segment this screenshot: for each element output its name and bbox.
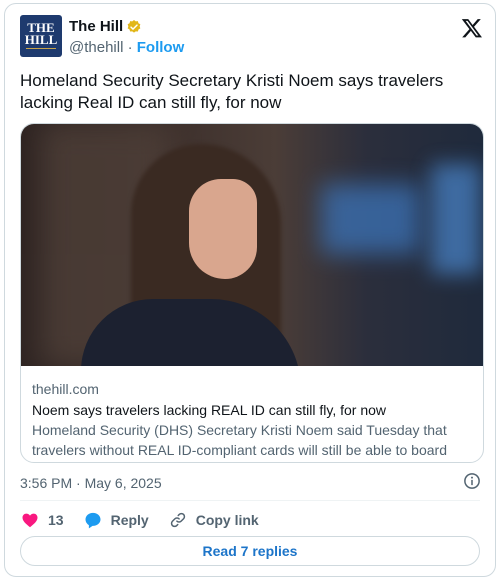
link-title: Noem says travelers lacking REAL ID can … [32, 402, 387, 418]
link-preview-meta: thehill.com Noem says travelers lacking … [32, 380, 473, 462]
heart-icon [22, 513, 38, 528]
follow-button[interactable]: Follow [137, 39, 185, 56]
info-icon[interactable] [463, 472, 481, 490]
avatar[interactable]: THE HILL [20, 15, 62, 57]
link-preview-card[interactable]: thehill.com Noem says travelers lacking … [20, 123, 484, 463]
handle-row: @thehill · Follow [69, 39, 184, 57]
author-handle[interactable]: @thehill [69, 39, 123, 56]
verified-badge-icon [126, 19, 142, 35]
copy-link-label: Copy link [195, 512, 259, 528]
like-button[interactable]: 13 [21, 511, 64, 529]
link-domain: thehill.com [32, 381, 99, 397]
reply-label: Reply [110, 512, 149, 528]
like-count: 13 [48, 512, 64, 528]
avatar-logo-strip [26, 48, 56, 54]
divider [20, 500, 480, 501]
article-image [21, 124, 483, 366]
tweet-text: Homeland Security Secretary Kristi Noem … [20, 71, 444, 112]
copy-link-button[interactable]: Copy link [169, 511, 259, 529]
link-description: Homeland Security (DHS) Secretary Kristi… [32, 422, 447, 458]
reply-bubble-icon [85, 512, 101, 529]
tweet-actions: 13 Reply Copy link [21, 509, 279, 531]
read-replies-button[interactable]: Read 7 replies [20, 536, 480, 566]
tweet-header: THE HILL The Hill @thehill · Follow [20, 15, 483, 61]
handle-separator: · [123, 39, 137, 56]
x-logo-icon[interactable] [461, 17, 483, 39]
link-icon [170, 512, 185, 528]
avatar-text-bottom: HILL [24, 32, 58, 47]
author-name[interactable]: The Hill [69, 18, 123, 36]
tweet-embed-card: THE HILL The Hill @thehill · Follow Home… [4, 3, 496, 577]
tweet-timestamp[interactable]: 3:56 PM · May 6, 2025 [20, 474, 162, 492]
reply-button[interactable]: Reply [84, 511, 149, 529]
author-name-row: The Hill [69, 18, 142, 36]
